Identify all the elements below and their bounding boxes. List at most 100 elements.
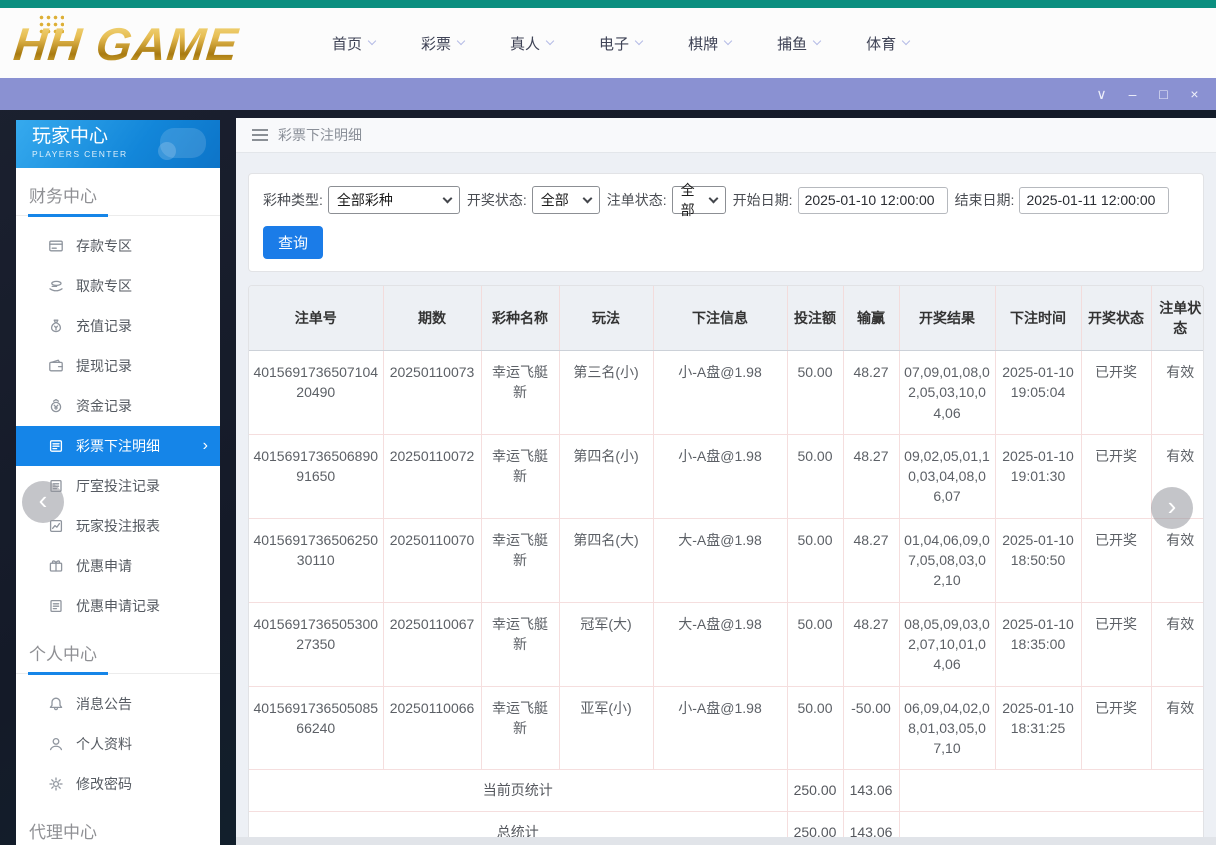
cell-order-no: 401569173650689091650 [249, 434, 383, 518]
cell-result: 09,02,05,01,10,03,04,08,06,07 [899, 434, 995, 518]
money-bag-icon [48, 318, 64, 334]
menu-toggle-icon[interactable] [252, 129, 268, 141]
window-minimize-button[interactable]: – [1117, 78, 1148, 110]
col-lottery-name: 彩种名称 [481, 286, 559, 351]
wallet-icon [48, 358, 64, 374]
cell-win-loss: -50.00 [843, 686, 899, 770]
nav-item-2[interactable]: 彩票 [421, 33, 464, 54]
chevron-down-icon [708, 193, 718, 203]
nav-item-5[interactable]: 棋牌 [688, 33, 731, 54]
sidebar-item-deposit-zone[interactable]: 存款专区 [16, 226, 220, 266]
cell-play: 冠军(大) [559, 602, 653, 686]
table-row: 40156917365050856624020250110066幸运飞艇新亚军(… [249, 686, 1204, 770]
lottery-type-select[interactable]: 全部彩种 [328, 186, 460, 214]
sidebar-item-promo-apply[interactable]: 优惠申请 [16, 546, 220, 586]
search-button[interactable]: 查询 [263, 226, 323, 259]
gear-icon [48, 776, 64, 792]
sidebar-item-label: 玩家投注报表 [76, 516, 160, 536]
nav-item-label: 体育 [866, 33, 896, 54]
sidebar-section-heading: 代理中心 [16, 818, 220, 845]
chevron-right-icon: › [203, 438, 208, 454]
sidebar-section-heading: 个人中心 [16, 640, 220, 673]
bank-card-icon [48, 238, 64, 254]
nav-item-7[interactable]: 体育 [866, 33, 909, 54]
chevron-down-icon [546, 37, 554, 45]
cell-lottery: 幸运飞艇新 [481, 351, 559, 435]
window-rollup-button[interactable]: ∨ [1086, 78, 1117, 110]
sidebar-item-messages[interactable]: 消息公告 [16, 684, 220, 724]
sidebar-item-withdrawal-records[interactable]: 提现记录 [16, 346, 220, 386]
cell-bet-time: 2025-01-10 19:05:04 [995, 351, 1081, 435]
sidebar-item-funds-records[interactable]: 资金记录 [16, 386, 220, 426]
table-row: 40156917365071042049020250110073幸运飞艇新第三名… [249, 351, 1204, 435]
start-date-input[interactable] [798, 187, 948, 214]
nav-item-label: 真人 [510, 33, 540, 54]
site-header: HH GAME 首页 彩票 真人 电子 棋牌 捕鱼 体育 [0, 8, 1216, 78]
cell-draw-status: 已开奖 [1081, 518, 1151, 602]
scroll-right-button[interactable]: › [1151, 487, 1193, 529]
window-maximize-button[interactable]: □ [1148, 78, 1179, 110]
cell-draw-status: 已开奖 [1081, 602, 1151, 686]
nav-item-1[interactable]: 首页 [332, 33, 375, 54]
cell-draw-status: 已开奖 [1081, 434, 1151, 518]
bell-icon [48, 696, 64, 712]
cell-lottery: 幸运飞艇新 [481, 602, 559, 686]
table-row: 40156917365053002735020250110067幸运飞艇新冠军(… [249, 602, 1204, 686]
draw-status-select[interactable]: 全部 [532, 186, 600, 214]
col-bet-amount: 投注额 [787, 286, 843, 351]
cell-period: 20250110072 [383, 434, 481, 518]
sidebar-item-recharge-records[interactable]: 充值记录 [16, 306, 220, 346]
start-date-label: 开始日期: [733, 190, 793, 210]
cell-win-loss: 48.27 [843, 351, 899, 435]
sidebar-item-label: 彩票下注明细 [76, 436, 160, 456]
sidebar-collapse-button[interactable]: ‹ [22, 481, 64, 523]
gift-icon [48, 558, 64, 574]
clipboard-icon [48, 598, 64, 614]
cell-bet-info: 大-A盘@1.98 [653, 518, 787, 602]
end-date-input[interactable] [1019, 187, 1169, 214]
sidebar-item-lottery-bet-details[interactable]: 彩票下注明细 › [16, 426, 220, 466]
nav-item-6[interactable]: 捕鱼 [777, 33, 820, 54]
window-close-button[interactable]: × [1179, 78, 1210, 110]
cell-order-status: 有效 [1151, 518, 1204, 602]
sidebar-item-change-password[interactable]: 修改密码 [16, 764, 220, 804]
col-draw-result: 开奖结果 [899, 286, 995, 351]
order-status-select[interactable]: 全部 [672, 186, 726, 214]
chevron-down-icon [457, 37, 465, 45]
sidebar-title: 玩家中心 [32, 126, 220, 148]
cell-result: 08,05,09,03,02,07,10,01,04,06 [899, 602, 995, 686]
logo[interactable]: HH GAME [14, 14, 246, 74]
cell-bet-info: 小-A盘@1.98 [653, 351, 787, 435]
sidebar-section: 个人中心消息公告个人资料修改密码 [16, 626, 220, 804]
table-row: 40156917365068909165020250110072幸运飞艇新第四名… [249, 434, 1204, 518]
chevron-down-icon [902, 37, 910, 45]
nav-item-4[interactable]: 电子 [599, 33, 642, 54]
cell-bet-time: 2025-01-10 18:50:50 [995, 518, 1081, 602]
cell-period: 20250110073 [383, 351, 481, 435]
cell-amount: 50.00 [787, 434, 843, 518]
cell-bet-time: 2025-01-10 19:01:30 [995, 434, 1081, 518]
sidebar-item-label: 提现记录 [76, 356, 132, 376]
sidebar-item-promo-apply-records[interactable]: 优惠申请记录 [16, 586, 220, 626]
sidebar-header: 玩家中心 PLAYERS CENTER [16, 120, 220, 168]
cell-result: 07,09,01,08,02,05,03,10,04,06 [899, 351, 995, 435]
bet-table-card: 注单号期数彩种名称玩法下注信息投注额输赢开奖结果下注时间开奖状态注单状态 401… [248, 285, 1204, 845]
sidebar-item-label: 消息公告 [76, 694, 132, 714]
cell-play: 亚军(小) [559, 686, 653, 770]
sidebar-item-label: 个人资料 [76, 734, 132, 754]
sidebar-item-profile[interactable]: 个人资料 [16, 724, 220, 764]
chevron-right-icon: › [1168, 491, 1177, 522]
chevron-down-icon [442, 193, 452, 203]
summary-empty [899, 770, 1204, 811]
sidebar-item-label: 优惠申请 [76, 556, 132, 576]
start-date-filter: 开始日期: [733, 187, 948, 214]
cell-play: 第四名(小) [559, 434, 653, 518]
summary-win-loss: 143.06 [843, 770, 899, 811]
nav-item-3[interactable]: 真人 [510, 33, 553, 54]
sidebar-item-withdraw-zone[interactable]: 取款专区 [16, 266, 220, 306]
cell-win-loss: 48.27 [843, 602, 899, 686]
col-bet-time: 下注时间 [995, 286, 1081, 351]
cell-play: 第三名(小) [559, 351, 653, 435]
sidebar-item-label: 充值记录 [76, 316, 132, 336]
sidebar-item-label: 厅室投注记录 [76, 476, 160, 496]
